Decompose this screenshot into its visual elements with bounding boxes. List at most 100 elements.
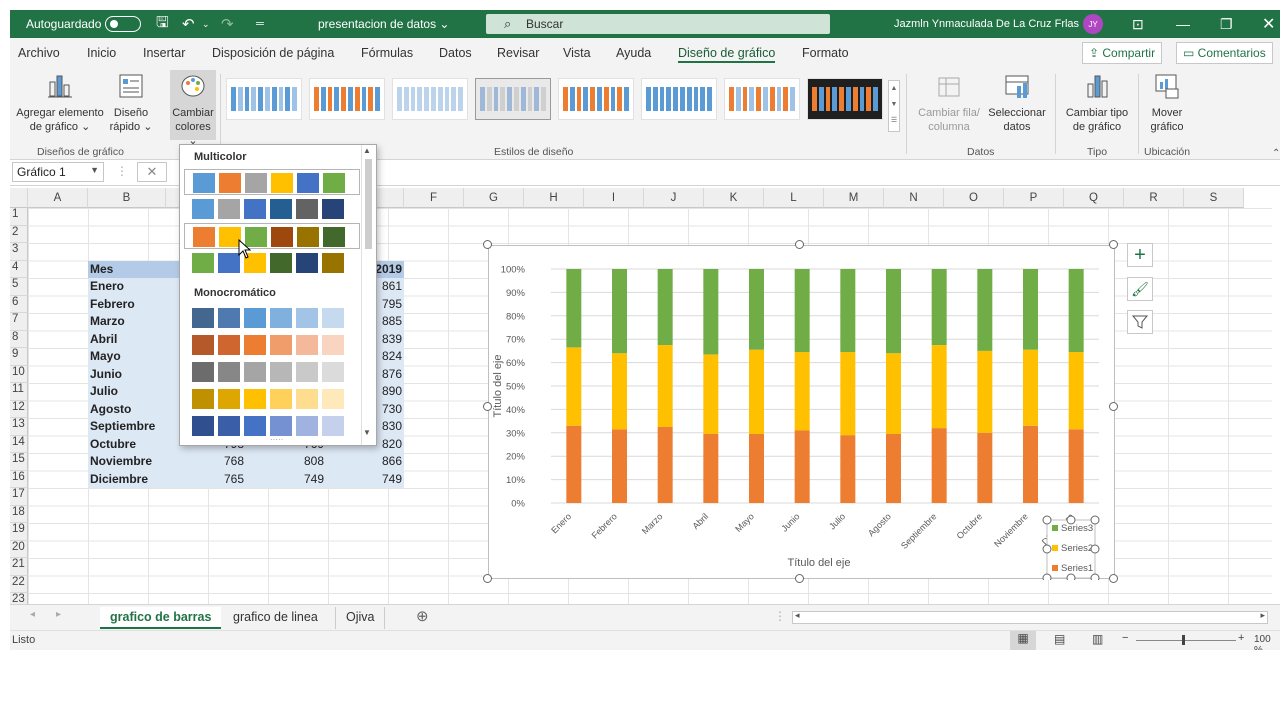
- autosave-toggle[interactable]: [105, 16, 141, 32]
- multicolor-palette-row[interactable]: [184, 223, 360, 249]
- comments-button[interactable]: ▭ Comentarios: [1176, 42, 1273, 64]
- multicolor-palette-row[interactable]: [184, 169, 360, 195]
- bar-segment[interactable]: [566, 269, 582, 348]
- row-header[interactable]: 4: [10, 260, 28, 278]
- bar-segment[interactable]: [977, 350, 993, 433]
- row-header[interactable]: 8: [10, 330, 28, 348]
- zoom-level[interactable]: 100 %: [1254, 634, 1280, 650]
- tab-inicio[interactable]: Inicio: [87, 46, 116, 60]
- save-icon[interactable]: 🖫: [156, 10, 169, 38]
- normal-view-icon[interactable]: ▦: [1010, 631, 1036, 650]
- search-box[interactable]: ⌕ Buscar: [486, 14, 830, 34]
- bar-segment[interactable]: [657, 426, 673, 503]
- close-icon[interactable]: ✕: [1262, 10, 1275, 38]
- scroll-down-icon[interactable]: ▼: [363, 428, 371, 437]
- table-cell[interactable]: Mayo: [90, 348, 164, 366]
- add-sheet-icon[interactable]: ⊕: [416, 607, 429, 625]
- chart-resize-handle[interactable]: [483, 574, 492, 583]
- column-header[interactable]: S: [1184, 188, 1244, 208]
- row-header[interactable]: 11: [10, 383, 28, 401]
- row-header[interactable]: 18: [10, 505, 28, 523]
- table-cell[interactable]: Febrero: [90, 296, 164, 314]
- next-sheet-icon[interactable]: ▸: [56, 609, 61, 620]
- chart-style-2[interactable]: [309, 78, 385, 120]
- table-cell[interactable]: Diciembre: [90, 471, 164, 489]
- row-header[interactable]: 20: [10, 540, 28, 558]
- tab-diseno-grafico[interactable]: Diseño de gráfico: [678, 46, 776, 63]
- bar-segment[interactable]: [1068, 269, 1084, 353]
- row-header[interactable]: 22: [10, 575, 28, 593]
- ribbon-display-icon[interactable]: ⊡: [1132, 10, 1144, 38]
- bar-segment[interactable]: [657, 269, 673, 346]
- legend-resize-handle[interactable]: [1090, 544, 1100, 554]
- bar-segment[interactable]: [703, 269, 719, 355]
- prev-sheet-icon[interactable]: ◂: [30, 609, 35, 620]
- row-header[interactable]: 6: [10, 295, 28, 313]
- bar-segment[interactable]: [703, 354, 719, 434]
- row-header[interactable]: 12: [10, 400, 28, 418]
- column-header[interactable]: O: [944, 188, 1004, 208]
- page-layout-view-icon[interactable]: ▤: [1054, 632, 1065, 646]
- column-header[interactable]: H: [524, 188, 584, 208]
- chart-resize-handle[interactable]: [1109, 240, 1118, 249]
- table-cell[interactable]: 765: [168, 471, 244, 489]
- table-cell[interactable]: 808: [248, 453, 324, 471]
- select-all-corner[interactable]: [10, 188, 28, 208]
- scroll-left-icon[interactable]: ◂: [795, 610, 800, 621]
- page-break-view-icon[interactable]: ▥: [1092, 632, 1103, 646]
- bar-segment[interactable]: [1068, 429, 1084, 503]
- bar-segment[interactable]: [1023, 269, 1038, 350]
- file-name[interactable]: presentacion de datos ⌄: [318, 10, 449, 38]
- row-header[interactable]: 16: [10, 470, 28, 488]
- chart-resize-handle[interactable]: [483, 240, 492, 249]
- legend-resize-handle[interactable]: [1090, 573, 1100, 583]
- column-header[interactable]: P: [1004, 188, 1064, 208]
- name-box[interactable]: Gráfico 1 ▼: [12, 162, 104, 182]
- column-header[interactable]: G: [464, 188, 524, 208]
- chevron-down-icon[interactable]: ▼: [891, 101, 898, 108]
- row-header[interactable]: 14: [10, 435, 28, 453]
- bar-segment[interactable]: [840, 269, 856, 353]
- multicolor-palette-row[interactable]: [184, 250, 360, 276]
- row-header[interactable]: 3: [10, 243, 28, 261]
- row-header[interactable]: 1: [10, 208, 28, 226]
- column-header[interactable]: I: [584, 188, 644, 208]
- select-data-button[interactable]: Seleccionar datos: [986, 72, 1048, 134]
- bar-segment[interactable]: [612, 353, 627, 430]
- column-header[interactable]: J: [644, 188, 704, 208]
- sheet-tab-barras[interactable]: grafico de barras: [100, 607, 222, 629]
- zoom-out-icon[interactable]: −: [1122, 632, 1128, 644]
- move-chart-button[interactable]: Mover gráfico: [1142, 72, 1192, 134]
- monochrome-palette-row[interactable]: [184, 413, 360, 439]
- monochrome-palette-row[interactable]: [184, 305, 360, 331]
- chart-style-5[interactable]: [558, 78, 634, 120]
- tab-datos[interactable]: Datos: [439, 46, 472, 60]
- sheet-tab-ojiva[interactable]: Ojiva: [335, 607, 386, 629]
- row-header[interactable]: 7: [10, 313, 28, 331]
- chevron-up-icon[interactable]: ▲: [891, 85, 898, 92]
- chart-resize-handle[interactable]: [795, 240, 804, 249]
- undo-dropdown-icon[interactable]: ⌄: [202, 10, 210, 38]
- chart-filters-button[interactable]: [1127, 310, 1153, 334]
- horizontal-scrollbar[interactable]: ◂ ▸: [792, 610, 1268, 624]
- legend-resize-handle[interactable]: [1090, 515, 1100, 525]
- y-axis-title[interactable]: Título del eje: [492, 355, 504, 418]
- tab-ayuda[interactable]: Ayuda: [616, 46, 651, 60]
- bar-segment[interactable]: [703, 433, 719, 503]
- zoom-slider[interactable]: [1136, 640, 1236, 641]
- table-cell[interactable]: Julio: [90, 383, 164, 401]
- add-chart-element-button[interactable]: Agregar elemento de gráfico ⌄: [12, 72, 108, 134]
- dropdown-scrollbar[interactable]: ▲ ▼: [361, 145, 375, 445]
- gallery-scroll[interactable]: ▲ ▼ ☰: [888, 80, 900, 132]
- table-cell[interactable]: 749: [328, 471, 402, 489]
- chevron-down-icon[interactable]: ▼: [90, 165, 99, 175]
- chart-resize-handle[interactable]: [1109, 402, 1118, 411]
- bar-segment[interactable]: [931, 345, 947, 429]
- monochrome-palette-row[interactable]: [184, 332, 360, 358]
- monochrome-palette-row[interactable]: [184, 386, 360, 412]
- scroll-thumb[interactable]: [365, 159, 372, 249]
- chart-elements-button[interactable]: +: [1127, 243, 1153, 267]
- table-cell[interactable]: Septiembre: [90, 418, 164, 436]
- column-header[interactable]: N: [884, 188, 944, 208]
- table-cell[interactable]: Agosto: [90, 401, 164, 419]
